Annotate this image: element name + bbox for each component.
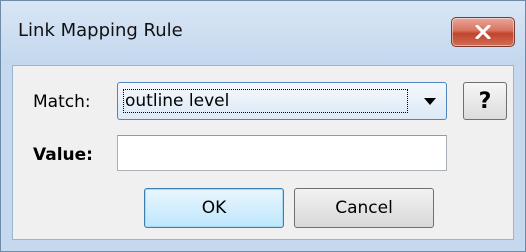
match-dropdown-value: outline level: [123, 89, 408, 113]
value-label: Value:: [33, 145, 93, 165]
close-button[interactable]: [451, 17, 515, 47]
window-title: Link Mapping Rule: [18, 20, 183, 41]
dialog-body: Match: outline level ? Value: OK Cancel: [12, 65, 514, 240]
title-bar[interactable]: Link Mapping Rule: [1, 1, 525, 65]
close-icon: [475, 25, 491, 39]
dialog-window: Link Mapping Rule Match: outline level ?…: [0, 0, 526, 252]
match-label: Match:: [33, 92, 91, 112]
help-button[interactable]: ?: [463, 82, 507, 120]
cancel-button[interactable]: Cancel: [294, 188, 434, 228]
value-field[interactable]: [117, 135, 447, 171]
ok-button[interactable]: OK: [144, 188, 284, 228]
match-dropdown[interactable]: outline level: [117, 82, 447, 120]
chevron-down-icon: [424, 98, 436, 105]
